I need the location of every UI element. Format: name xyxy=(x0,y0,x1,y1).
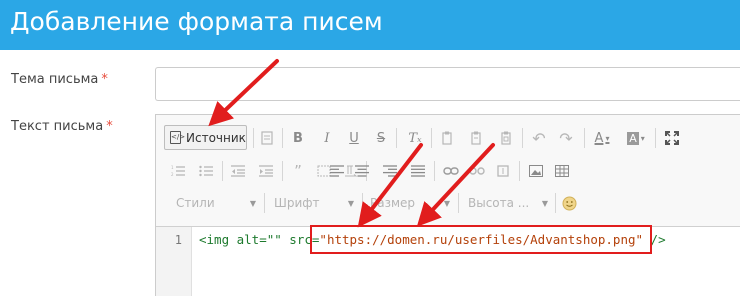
paste-text-icon[interactable] xyxy=(496,126,516,150)
bg-color-button[interactable]: A ▾ xyxy=(622,126,650,150)
required-mark: * xyxy=(101,72,108,87)
undo-icon[interactable]: ↶ xyxy=(528,126,550,150)
svg-text:2: 2 xyxy=(171,172,174,177)
page-header: Добавление формата писем xyxy=(0,0,740,50)
size-select-label: Размер xyxy=(370,196,416,210)
source-icon: </> xyxy=(170,131,185,144)
rich-text-editor: </> Источник B I U S Tₓ ↶ ↷ A ▾ A ▾ 12 ”… xyxy=(155,114,740,296)
svg-text:1: 1 xyxy=(171,165,174,170)
code-tag-open: <img alt="" src= xyxy=(199,232,320,247)
numbered-list-icon[interactable]: 12 xyxy=(168,159,188,183)
toolbar-separator xyxy=(282,128,283,148)
font-select-label: Шрифт xyxy=(274,196,320,210)
link-icon[interactable] xyxy=(441,159,461,183)
annotation-highlight-box xyxy=(310,225,652,254)
toolbar-separator xyxy=(222,161,223,181)
toolbar-separator xyxy=(584,128,585,148)
subject-input[interactable] xyxy=(155,67,740,101)
copy-icon[interactable] xyxy=(437,126,457,150)
line-gutter: 1 xyxy=(156,227,192,296)
italic-button[interactable]: I xyxy=(316,126,338,150)
required-mark: * xyxy=(106,119,113,134)
smiley-icon[interactable] xyxy=(559,191,579,215)
align-right-icon[interactable] xyxy=(380,159,400,183)
toolbar-separator xyxy=(519,161,520,181)
toolbar-separator xyxy=(434,161,435,181)
toolbar-separator xyxy=(522,128,523,148)
table-icon[interactable] xyxy=(552,159,572,183)
text-color-label: A xyxy=(594,130,604,146)
paste-icon[interactable] xyxy=(466,126,486,150)
strike-button[interactable]: S xyxy=(370,126,392,150)
toolbar-separator xyxy=(396,128,397,148)
subject-label: Тема письма * xyxy=(11,72,108,87)
underline-button[interactable]: U xyxy=(343,126,365,150)
body-label: Текст письма * xyxy=(11,119,113,134)
styles-select-label: Стили xyxy=(176,196,215,210)
toolbar-separator xyxy=(282,161,283,181)
chevron-down-icon: ▼ xyxy=(249,198,256,208)
source-button-label: Источник xyxy=(186,130,246,145)
source-button[interactable]: </> Источник xyxy=(164,125,247,150)
maximize-icon[interactable] xyxy=(661,126,683,150)
unlink-icon[interactable] xyxy=(467,159,487,183)
toolbar-separator xyxy=(458,193,459,213)
toolbar-separator xyxy=(362,193,363,213)
chevron-down-icon: ▼ xyxy=(541,198,548,208)
bullet-list-icon[interactable] xyxy=(196,159,216,183)
toolbar-separator xyxy=(555,193,556,213)
toolbar-separator xyxy=(655,128,656,148)
font-select[interactable]: Шрифт ▼ xyxy=(270,192,358,214)
line-height-select-label: Высота ... xyxy=(468,196,530,210)
styles-select[interactable]: Стили ▼ xyxy=(172,192,260,214)
align-justify-icon[interactable] xyxy=(408,159,428,183)
redo-icon[interactable]: ↷ xyxy=(555,126,577,150)
text-color-button[interactable]: A ▾ xyxy=(590,126,614,150)
line-height-select[interactable]: Высота ... ▼ xyxy=(464,192,552,214)
bg-color-label: A xyxy=(627,131,639,145)
align-center-icon[interactable] xyxy=(352,159,372,183)
align-left-icon[interactable] xyxy=(327,159,347,183)
bold-button[interactable]: B xyxy=(287,126,309,150)
indent-icon[interactable] xyxy=(256,159,276,183)
toolbar-separator xyxy=(264,193,265,213)
image-icon[interactable] xyxy=(526,159,546,183)
chevron-down-icon: ▼ xyxy=(347,198,354,208)
templates-icon[interactable] xyxy=(257,126,277,150)
blockquote-icon[interactable]: ” xyxy=(288,159,308,183)
subject-label-text: Тема письма xyxy=(11,72,99,87)
anchor-icon[interactable] xyxy=(493,159,513,183)
outdent-icon[interactable] xyxy=(228,159,248,183)
body-label-text: Текст письма xyxy=(11,119,104,134)
size-select[interactable]: Размер ▼ xyxy=(366,192,454,214)
line-number: 1 xyxy=(174,233,182,247)
page-title: Добавление формата писем xyxy=(10,7,383,36)
chevron-down-icon: ▼ xyxy=(443,198,450,208)
toolbar-separator xyxy=(253,128,254,148)
remove-format-button[interactable]: Tₓ xyxy=(403,126,427,150)
toolbar-separator xyxy=(431,128,432,148)
